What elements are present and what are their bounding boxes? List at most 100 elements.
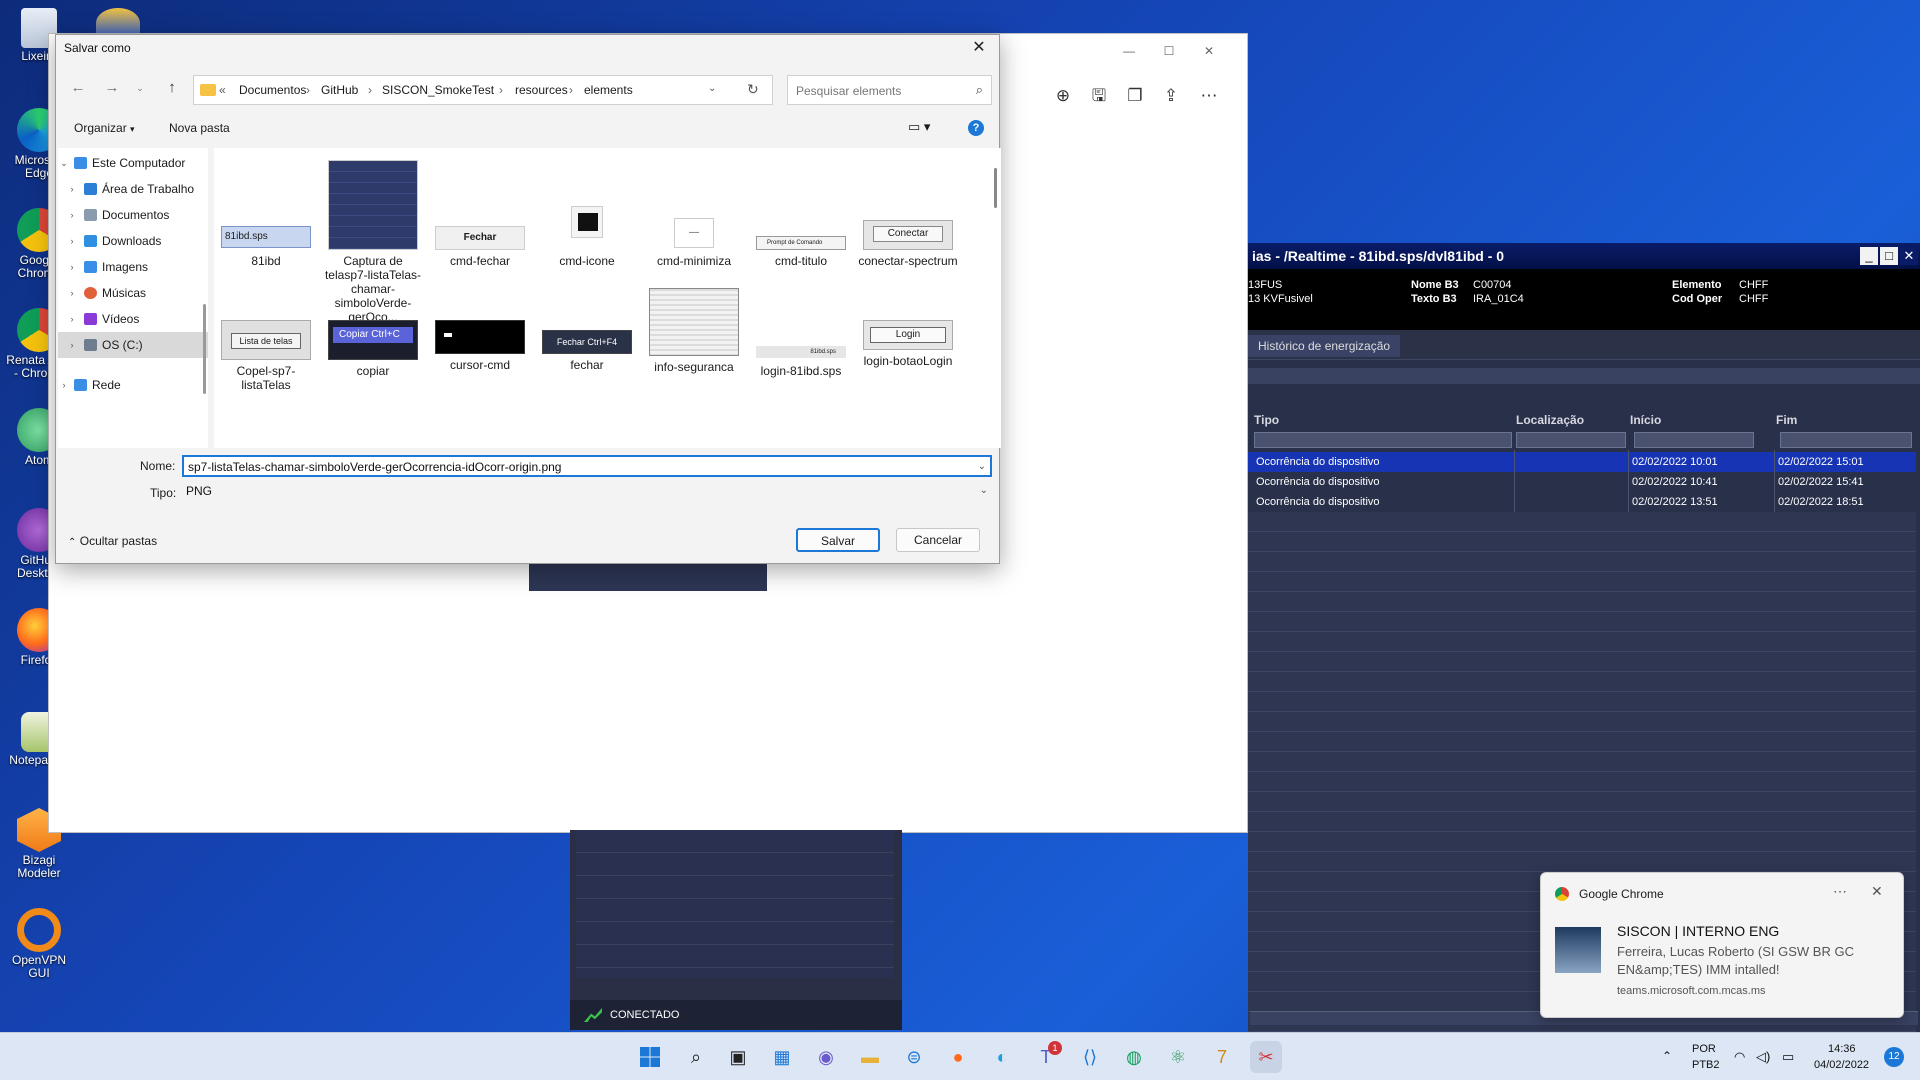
save-button[interactable]: Salvar <box>796 528 880 552</box>
save-icon[interactable]: 🖫 <box>1085 82 1113 110</box>
minimize-button[interactable]: _ <box>1860 247 1878 265</box>
nav-item-imagens[interactable]: › Imagens <box>58 254 208 280</box>
nav-item-documentos[interactable]: › Documentos <box>58 202 208 228</box>
nav-item-downloads[interactable]: › Downloads <box>58 228 208 254</box>
breadcrumb-github[interactable]: GitHub <box>321 83 358 97</box>
file-item[interactable]: 81ibd.sps login-81ibd.sps <box>751 320 851 378</box>
vscode-icon[interactable]: ⟨⟩ <box>1074 1041 1106 1073</box>
table-row[interactable]: Ocorrência do dispositivo 02/02/2022 10:… <box>1248 452 1916 472</box>
nav-item-videos[interactable]: › Vídeos <box>58 306 208 332</box>
file-list-scrollbar[interactable] <box>994 168 997 208</box>
nav-item-rede[interactable]: › Rede <box>58 372 208 398</box>
refresh-icon[interactable]: ↻ <box>747 81 759 98</box>
wifi-icon[interactable]: ◠ <box>1734 1049 1745 1065</box>
edge-icon[interactable]: ◐ <box>986 1041 1018 1073</box>
nav-item-este-computador[interactable]: ⌄ Este Computador <box>58 150 208 176</box>
column-header-localizacao[interactable]: Localização <box>1516 413 1584 427</box>
chevron-down-icon[interactable]: ⌄ <box>708 83 716 94</box>
filter-fim[interactable] <box>1780 432 1912 448</box>
task-view-icon[interactable]: ▣ <box>722 1041 754 1073</box>
back-icon[interactable]: ← <box>66 76 90 100</box>
search-input[interactable]: Pesquisar elements <box>796 84 901 98</box>
minimize-button[interactable]: — <box>1109 38 1149 64</box>
maximize-button[interactable]: ☐ <box>1149 38 1189 64</box>
copy-icon[interactable]: ❐ <box>1121 82 1149 110</box>
tab-historico-energizacao[interactable]: Histórico de energização <box>1248 335 1401 357</box>
forward-icon[interactable]: → <box>100 76 124 100</box>
maximize-button[interactable]: □ <box>1880 247 1898 265</box>
file-item[interactable]: cursor-cmd <box>430 320 530 372</box>
atom-icon[interactable]: ⚛ <box>1162 1041 1194 1073</box>
widgets-icon[interactable]: ▦ <box>766 1041 798 1073</box>
file-item[interactable]: Lista de telas Copel-sp7-listaTelas <box>216 320 316 392</box>
file-item[interactable]: Conectar conectar-spectrum <box>858 160 958 268</box>
filter-localizacao[interactable] <box>1516 432 1626 448</box>
chevron-down-icon[interactable]: ⌄ <box>978 457 986 475</box>
file-item[interactable]: Login login-botaoLogin <box>858 320 958 368</box>
close-icon[interactable]: ✕ <box>1871 883 1883 900</box>
battery-icon[interactable]: ▭ <box>1782 1049 1794 1065</box>
chrome-icon[interactable]: ◍ <box>1118 1041 1150 1073</box>
file-type-select[interactable]: PNG ⌄ <box>182 481 992 503</box>
hide-folders-toggle[interactable]: ⌃ Ocultar pastas <box>68 534 157 548</box>
recent-locations-icon[interactable]: ⌄ <box>128 76 152 100</box>
nav-item-os-c[interactable]: › OS (C:) <box>58 332 208 358</box>
app-icon[interactable]: ⊜ <box>898 1041 930 1073</box>
more-icon[interactable]: ⋯ <box>1833 883 1847 900</box>
desktop-icon-openvpn[interactable]: OpenVPN GUI <box>4 908 74 986</box>
file-item[interactable]: Copiar Ctrl+C copiar <box>323 320 423 378</box>
snipping-tool-icon[interactable]: ✂ <box>1250 1041 1282 1073</box>
file-item[interactable]: Fechar cmd-fechar <box>430 160 530 268</box>
filter-tipo[interactable] <box>1254 432 1512 448</box>
app-7-icon[interactable]: 7 <box>1206 1041 1238 1073</box>
file-explorer-icon[interactable]: ▬ <box>854 1041 886 1073</box>
table-row[interactable]: Ocorrência do dispositivo 02/02/2022 13:… <box>1248 492 1916 512</box>
view-options-icon[interactable]: ▭ ▾ <box>908 119 930 135</box>
language-code[interactable]: POR <box>1692 1043 1716 1055</box>
share-icon[interactable]: ⇪ <box>1157 82 1185 110</box>
file-item[interactable]: cmd-icone <box>537 160 637 268</box>
organize-menu[interactable]: Organizar ▾ <box>74 121 135 135</box>
volume-icon[interactable]: ◁) <box>1756 1049 1770 1065</box>
show-hidden-icons[interactable]: ⌃ <box>1662 1049 1672 1063</box>
breadcrumb-elements[interactable]: elements <box>584 83 633 97</box>
breadcrumb-documentos[interactable]: Documentos <box>239 83 306 97</box>
search-box[interactable]: Pesquisar elements ⌕ <box>787 75 992 105</box>
overflow-icon[interactable]: « <box>219 83 226 97</box>
file-name-input[interactable]: sp7-listaTelas-chamar-simboloVerde-gerOc… <box>182 455 992 477</box>
chat-icon[interactable]: ◉ <box>810 1041 842 1073</box>
file-item[interactable]: Prompt de Comando cmd-titulo <box>751 160 851 268</box>
nav-scrollbar[interactable] <box>203 304 206 394</box>
close-button[interactable]: ✕ <box>1900 247 1918 265</box>
start-button[interactable] <box>634 1041 666 1073</box>
firefox-icon[interactable]: ● <box>942 1041 974 1073</box>
clock-time[interactable]: 14:36 <box>1828 1043 1856 1055</box>
nav-item-area-de-trabalho[interactable]: › Área de Trabalho <box>58 176 208 202</box>
breadcrumb-resources[interactable]: resources <box>515 83 568 97</box>
file-item[interactable]: Fechar Ctrl+F4 fechar <box>537 320 637 372</box>
cancel-button[interactable]: Cancelar <box>896 528 980 552</box>
up-icon[interactable]: ↑ <box>160 76 184 100</box>
file-item[interactable]: — cmd-minimiza <box>644 160 744 268</box>
notification-count-badge[interactable]: 12 <box>1884 1047 1904 1067</box>
nav-item-musicas[interactable]: › Músicas <box>58 280 208 306</box>
file-item[interactable]: 81ibd.sps 81ibd <box>216 160 316 268</box>
notification-toast[interactable]: Google Chrome ⋯ ✕ SISCON | INTERNO ENG F… <box>1540 872 1904 1018</box>
filter-inicio[interactable] <box>1634 432 1754 448</box>
keyboard-layout[interactable]: PTB2 <box>1692 1059 1720 1071</box>
new-folder-button[interactable]: Nova pasta <box>169 121 230 135</box>
file-item[interactable]: info-seguranca <box>644 288 744 374</box>
zoom-in-icon[interactable]: ⊕ <box>1049 82 1077 110</box>
close-button[interactable]: ✕ <box>1189 38 1229 64</box>
address-bar[interactable]: « Documentos › GitHub › SISCON_SmokeTest… <box>193 75 773 105</box>
table-row[interactable]: Ocorrência do dispositivo 02/02/2022 10:… <box>1248 472 1916 492</box>
column-header-inicio[interactable]: Início <box>1630 413 1661 427</box>
clock-date[interactable]: 04/02/2022 <box>1814 1059 1869 1071</box>
close-button[interactable]: ✕ <box>959 35 999 61</box>
breadcrumb-siscon[interactable]: SISCON_SmokeTest <box>382 83 494 97</box>
more-icon[interactable]: ⋯ <box>1195 82 1223 110</box>
column-header-tipo[interactable]: Tipo <box>1254 413 1279 427</box>
column-header-fim[interactable]: Fim <box>1776 413 1797 427</box>
help-icon[interactable]: ? <box>968 120 984 136</box>
file-item[interactable]: Captura de telasp7-listaTelas-chamar-sim… <box>323 160 423 324</box>
